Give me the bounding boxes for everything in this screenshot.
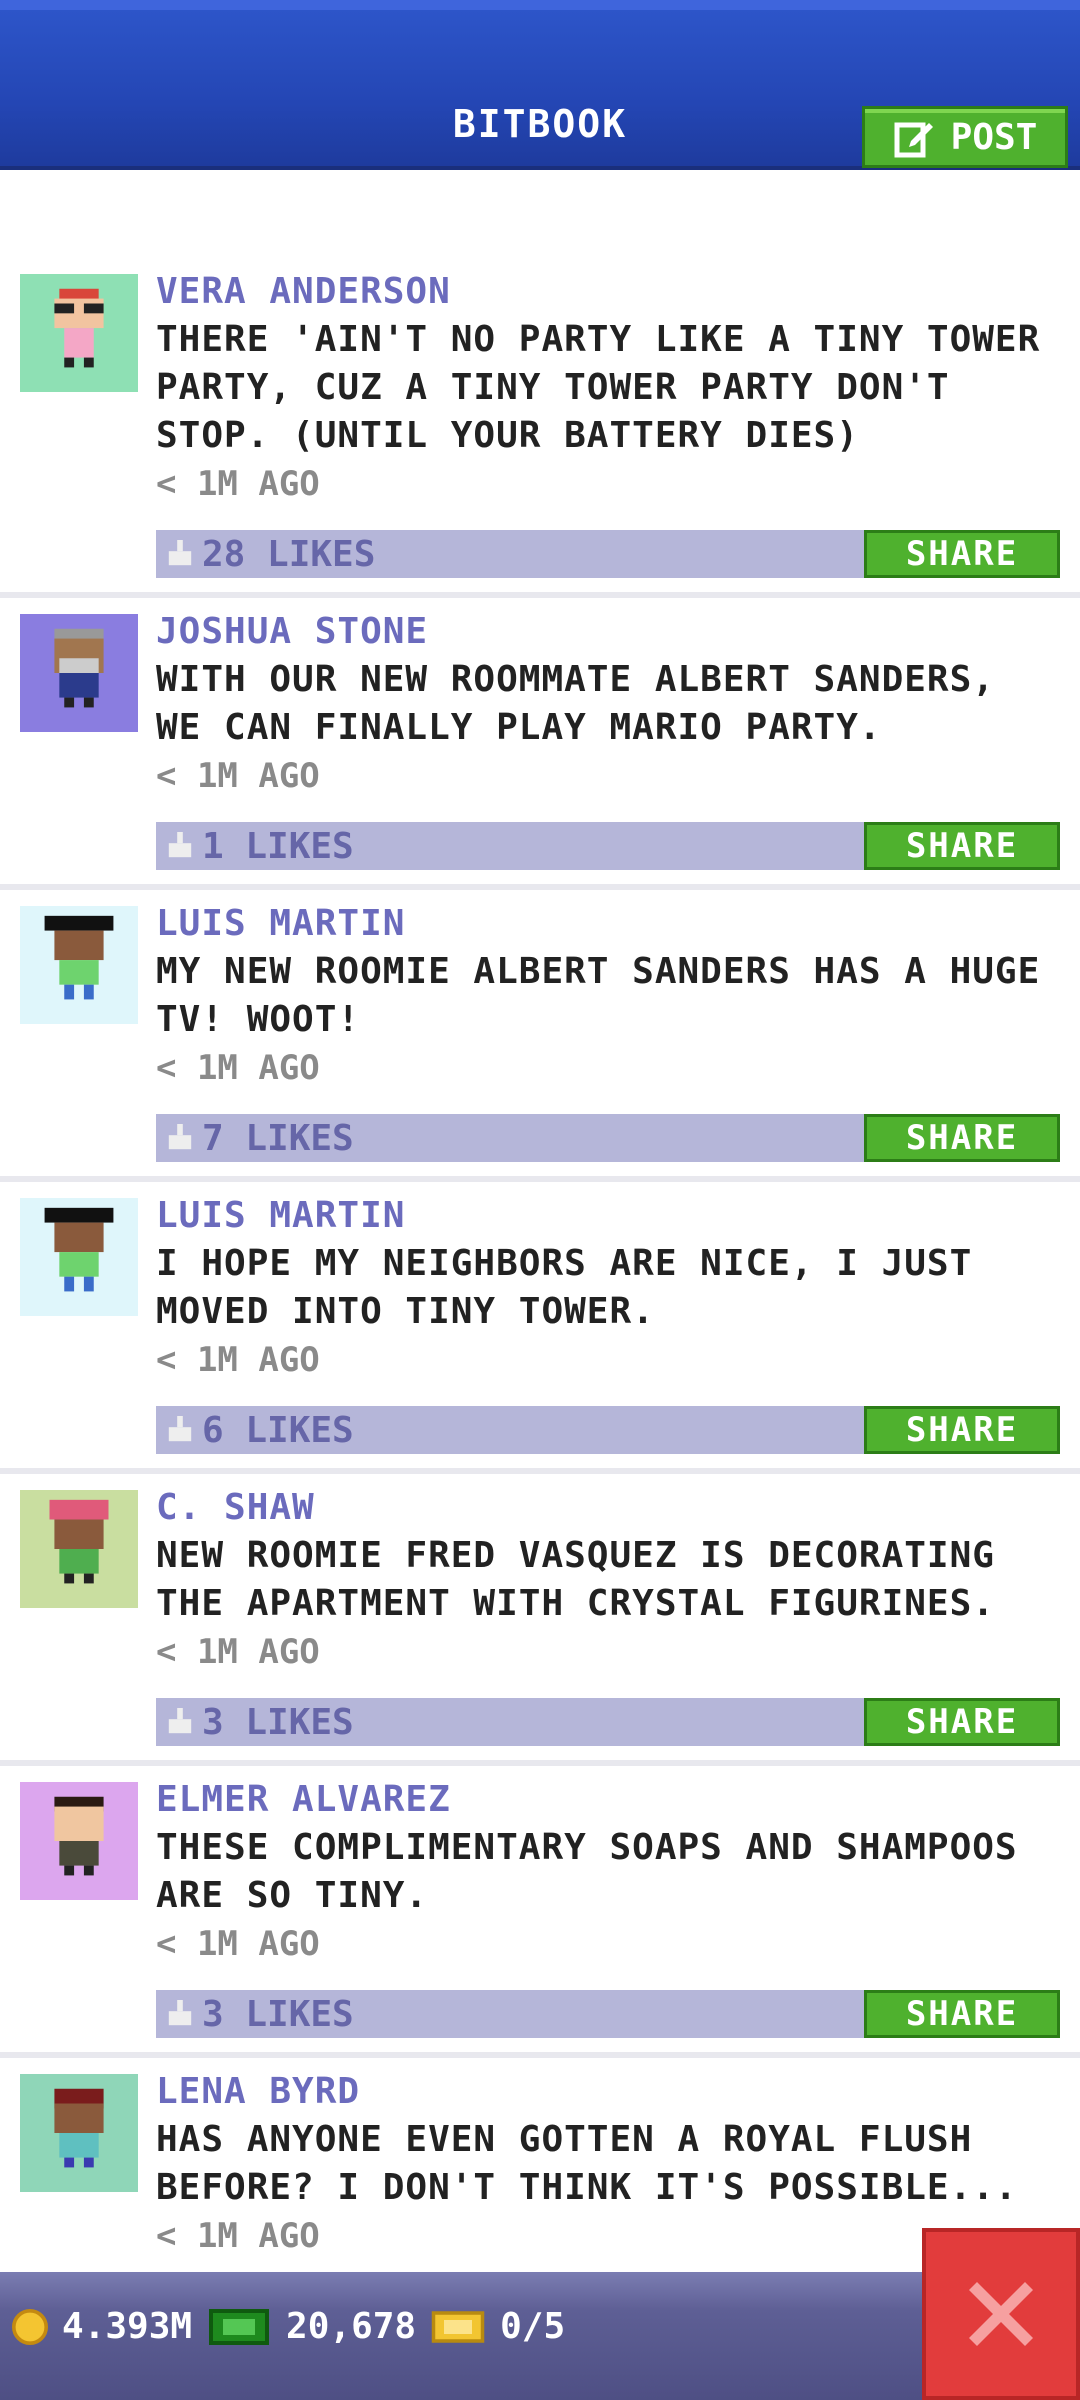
thumbs-up-icon (168, 2000, 192, 2026)
edit-icon (894, 122, 933, 158)
feed-post: LUIS MARTIN MY NEW ROOMIE ALBERT SANDERS… (0, 890, 1080, 1182)
avatar-lena-icon (54, 2088, 104, 2168)
avatar[interactable] (20, 1198, 138, 1316)
post-time: < 1M AGO (156, 1924, 320, 1964)
post-actions: 3 LIKES SHARE (156, 1990, 1060, 2038)
post-text: I HOPE MY NEIGHBORS ARE NICE, I JUST MOV… (156, 1243, 973, 1332)
post-author[interactable]: C. SHAW (156, 1484, 1060, 1532)
feed-post: VERA ANDERSON THERE 'AIN'T NO PARTY LIKE… (0, 258, 1080, 598)
avatar-joshua-icon (54, 628, 104, 708)
post-text: NEW ROOMIE FRED VASQUEZ IS DECORATING TH… (156, 1535, 995, 1624)
post-author[interactable]: JOSHUA STONE (156, 608, 1060, 656)
likes-count: 3 LIKES (202, 1993, 354, 2035)
post-text: THESE COMPLIMENTARY SOAPS AND SHAMPOOS A… (156, 1827, 1018, 1916)
thumbs-up-icon (168, 1124, 192, 1150)
bux-icon (209, 2308, 270, 2345)
like-button[interactable]: 3 LIKES (156, 1702, 354, 1743)
likes-count: 3 LIKES (202, 1701, 354, 1743)
avatar[interactable] (20, 1782, 138, 1900)
avatar[interactable] (20, 614, 138, 732)
post-author[interactable]: LENA BYRD (156, 2068, 1060, 2116)
share-button[interactable]: SHARE (864, 1114, 1060, 1162)
post-text: THERE 'AIN'T NO PARTY LIKE A TINY TOWER … (156, 319, 1041, 456)
post-time: < 1M AGO (156, 1632, 320, 1672)
like-button[interactable]: 7 LIKES (156, 1118, 354, 1159)
feed-post: LENA BYRD HAS ANYONE EVEN GOTTEN A ROYAL… (0, 2058, 1080, 2260)
feed-post: JOSHUA STONE WITH OUR NEW ROOMMATE ALBER… (0, 598, 1080, 890)
post-button[interactable]: POST (862, 106, 1068, 168)
ticket-icon (431, 2310, 485, 2343)
avatar-luis-icon (44, 915, 114, 1000)
likes-count: 6 LIKES (202, 1409, 354, 1451)
avatar[interactable] (20, 2074, 138, 2192)
feed-post: ELMER ALVAREZ THESE COMPLIMENTARY SOAPS … (0, 1766, 1080, 2058)
close-icon (969, 2282, 1033, 2346)
post-actions: 3 LIKES SHARE (156, 1698, 1060, 1746)
thumbs-up-icon (168, 1708, 192, 1734)
feed-post: C. SHAW NEW ROOMIE FRED VASQUEZ IS DECOR… (0, 1474, 1080, 1766)
status-bar: 4.393M 20,678 0/5 (0, 2272, 1080, 2400)
share-button[interactable]: SHARE (864, 530, 1060, 578)
like-button[interactable]: 6 LIKES (156, 1410, 354, 1451)
avatar[interactable] (20, 274, 138, 392)
avatar-vera-icon (54, 288, 104, 368)
likes-count: 1 LIKES (202, 825, 354, 867)
post-author[interactable]: VERA ANDERSON (156, 268, 1060, 316)
share-button[interactable]: SHARE (864, 1406, 1060, 1454)
thumbs-up-icon (168, 540, 192, 566)
avatar-luis-icon (44, 1207, 114, 1292)
avatar-shaw-icon (49, 1499, 109, 1584)
thumbs-up-icon (168, 1416, 192, 1442)
share-button[interactable]: SHARE (864, 1990, 1060, 2038)
post-text: MY NEW ROOMIE ALBERT SANDERS HAS A HUGE … (156, 951, 1041, 1040)
avatar[interactable] (20, 906, 138, 1024)
post-actions: 28 LIKES SHARE (156, 530, 1060, 578)
app-header: BITBOOK POST (0, 0, 1080, 170)
post-time: < 1M AGO (156, 1048, 320, 1088)
post-actions: 1 LIKES SHARE (156, 822, 1060, 870)
feed-list: VERA ANDERSON THERE 'AIN'T NO PARTY LIKE… (0, 258, 1080, 2260)
avatar[interactable] (20, 1490, 138, 1608)
bux-value: 20,678 (286, 2306, 417, 2347)
post-author[interactable]: LUIS MARTIN (156, 900, 1060, 948)
share-button[interactable]: SHARE (864, 1698, 1060, 1746)
post-actions: 7 LIKES SHARE (156, 1114, 1060, 1162)
like-button[interactable]: 1 LIKES (156, 826, 354, 867)
tickets-value: 0/5 (500, 2306, 566, 2347)
feed-post: LUIS MARTIN I HOPE MY NEIGHBORS ARE NICE… (0, 1182, 1080, 1474)
post-author[interactable]: ELMER ALVAREZ (156, 1776, 1060, 1824)
share-button[interactable]: SHARE (864, 822, 1060, 870)
coins-value: 4.393M (62, 2306, 193, 2347)
post-time: < 1M AGO (156, 756, 320, 796)
avatar-elmer-icon (54, 1796, 104, 1876)
post-actions: 6 LIKES SHARE (156, 1406, 1060, 1454)
close-button[interactable] (922, 2228, 1080, 2400)
post-label: POST (950, 116, 1038, 158)
likes-count: 28 LIKES (202, 533, 376, 575)
like-button[interactable]: 28 LIKES (156, 534, 375, 575)
thumbs-up-icon (168, 832, 192, 858)
post-author[interactable]: LUIS MARTIN (156, 1192, 1060, 1240)
post-text: WITH OUR NEW ROOMMATE ALBERT SANDERS, WE… (156, 659, 995, 748)
like-button[interactable]: 3 LIKES (156, 1994, 354, 2035)
coin-icon (12, 2308, 48, 2345)
post-time: < 1M AGO (156, 464, 320, 504)
likes-count: 7 LIKES (202, 1117, 354, 1159)
post-text: HAS ANYONE EVEN GOTTEN A ROYAL FLUSH BEF… (156, 2119, 1018, 2208)
post-time: < 1M AGO (156, 1340, 320, 1380)
